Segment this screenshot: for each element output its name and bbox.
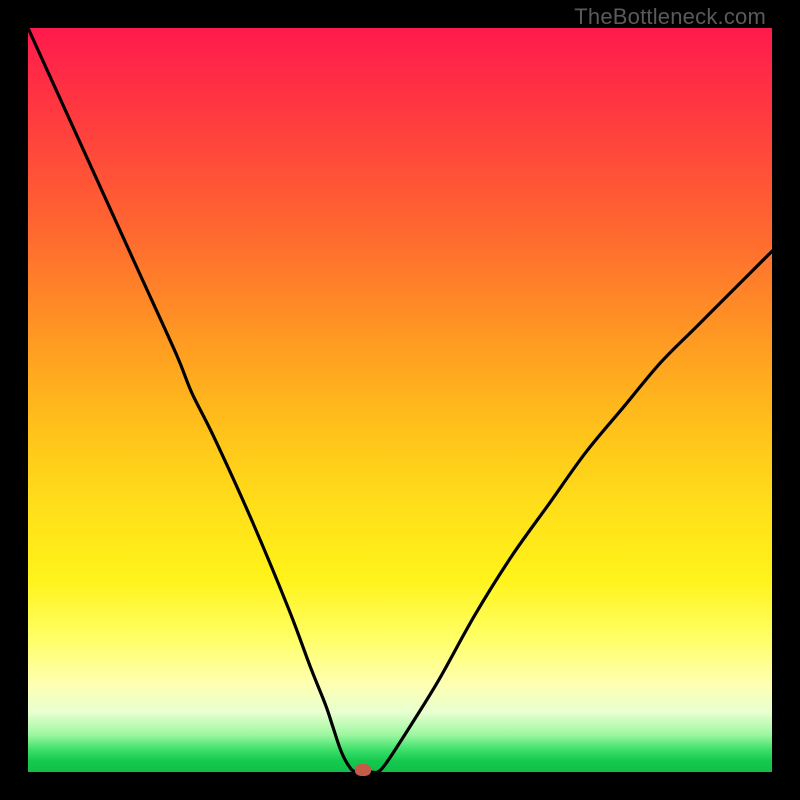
chart-plot-area [28, 28, 772, 772]
chart-frame: TheBottleneck.com [0, 0, 800, 800]
watermark-text: TheBottleneck.com [574, 4, 766, 30]
bottleneck-curve [28, 28, 772, 772]
minimum-marker [355, 764, 371, 776]
